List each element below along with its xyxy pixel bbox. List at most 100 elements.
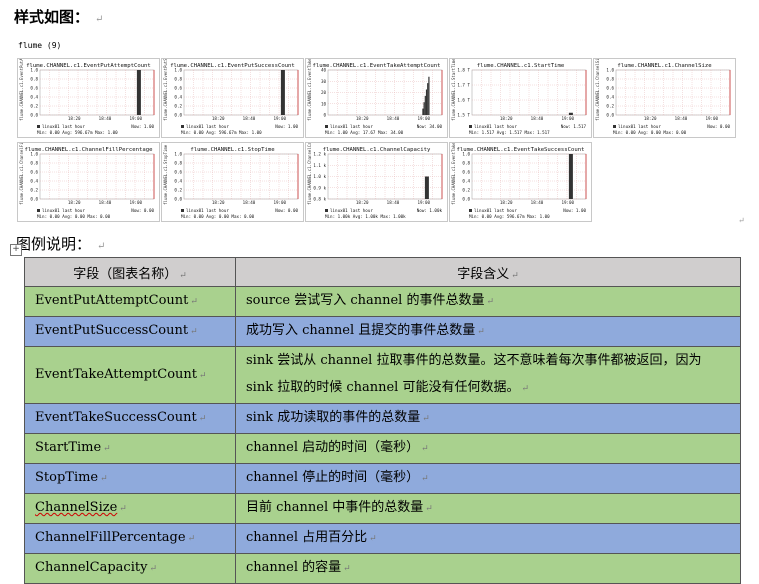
field-meaning: 成功写入 channel 且提交的事件总数量: [246, 323, 476, 338]
paragraph-mark-icon: ↵: [95, 14, 104, 25]
field-name-cell: EventPutSuccessCount ↵: [24, 316, 236, 347]
chart-ytick: 1.0: [30, 68, 38, 73]
chart-ytick: 0.0: [174, 113, 182, 118]
chart-title: flume.CHANNEL.c1.EventTakeAttemptCount: [313, 63, 441, 69]
chart-bar: [423, 102, 425, 115]
chart-bar: [280, 70, 285, 115]
chart-svg: flume.CHANNEL.c1.EventPutSuccessCountflu…: [163, 59, 298, 135]
chart-tile[interactable]: flume.CHANNEL.c1.ChannelFillPercentage fl…: [17, 142, 160, 222]
chart-svg: flume.CHANNEL.c1.EventPutAttemptCountflu…: [19, 59, 154, 135]
field-name-cell: EventTakeSuccessCount ↵: [24, 403, 236, 434]
chart-svg: flume.CHANNEL.c1.EventTakeSuccessCountfl…: [451, 143, 586, 219]
chart-stats: Min: 0.00 Avg: 596.67m Max: 1.00: [469, 214, 550, 219]
chart-tile[interactable]: flume.CHANNEL.c1.StartTime flume.CHANNEL.…: [449, 58, 592, 138]
heading-legend-text: 图例说明：: [16, 235, 92, 253]
table-row: EventTakeAttemptCount ↵ sink 尝试从 channel 拉…: [24, 346, 741, 404]
chart-ytick: 0.4: [606, 95, 614, 100]
field-name-cell: StartTime ↵: [24, 433, 236, 464]
chart-tile[interactable]: flume.CHANNEL.c1.EventPutSuccessCount flu…: [161, 58, 304, 138]
chart-ytick: 1.7 T: [457, 83, 470, 88]
chart-ytick: 1.2 k: [313, 152, 326, 157]
chart-bar: [422, 108, 424, 115]
paragraph-mark-icon: ↵: [103, 444, 111, 454]
chart-ylabel: flume.CHANNEL.c1.EventTakeSuccessCount: [451, 143, 456, 205]
chart-xtick: 18:40: [387, 116, 400, 121]
chart-tile[interactable]: flume.CHANNEL.c1.EventTakeAttemptCount fl…: [305, 58, 448, 138]
chart-ylabel: flume.CHANNEL.c1.ChannelSize: [595, 59, 600, 121]
chart-legend: linux01 last hour: [330, 124, 373, 129]
chart-tile[interactable]: flume.CHANNEL.c1.StopTime flume.CHANNEL.c…: [161, 142, 304, 222]
legend-swatch: [469, 209, 472, 212]
chart-xtick: 19:00: [129, 200, 142, 205]
paragraph-mark-icon: ↵: [199, 370, 207, 381]
chart-ytick: 0.6: [30, 170, 38, 175]
chart-legend: linux01 last hour: [186, 124, 229, 129]
chart-xtick: 19:00: [417, 116, 430, 121]
table-move-handle-icon[interactable]: +: [10, 244, 22, 256]
field-name-cell: ChannelCapacity ↵: [24, 553, 236, 584]
chart-bar: [568, 154, 573, 199]
chart-stats: Min: 1.517 Avg: 1.517 Max: 1.517: [469, 130, 550, 135]
chart-ytick: 0.9 k: [313, 185, 326, 190]
chart-tile[interactable]: flume.CHANNEL.c1.ChannelSize flume.CHANNE…: [593, 58, 736, 138]
paragraph-mark-icon: ↵: [100, 474, 108, 484]
chart-tile[interactable]: flume.CHANNEL.c1.EventTakeSuccessCount fl…: [449, 142, 592, 222]
chart-tile[interactable]: flume.CHANNEL.c1.ChannelCapacity flume.CH…: [305, 142, 448, 222]
chart-bar: [424, 95, 426, 115]
chart-ytick: 0: [323, 113, 326, 118]
field-name: ChannelFillPercentage: [35, 530, 186, 545]
chart-xtick: 19:00: [561, 116, 574, 121]
chart-ylabel: flume.CHANNEL.c1.StopTime: [163, 144, 168, 205]
chart-legend: linux01 last hour: [42, 124, 85, 129]
chart-svg: flume.CHANNEL.c1.StopTime flume.CHANNEL.c…: [163, 144, 298, 219]
chart-title: flume.CHANNEL.c1.EventPutSuccessCount: [170, 63, 295, 69]
chart-ytick: 0.8: [462, 161, 470, 166]
paragraph-mark-icon: ↵: [425, 504, 433, 514]
field-meaning: source 尝试写入 channel 的事件总数量: [246, 293, 485, 308]
flume-group-label: flume (9): [18, 41, 62, 50]
chart-ylabel: flume.CHANNEL.c1.EventPutAttemptCount: [19, 59, 24, 121]
chart-now-value: Now: 0.00: [131, 208, 154, 213]
chart-ytick: 0.8: [30, 161, 38, 166]
paragraph-mark-icon: ↵: [198, 414, 207, 424]
chart-xtick: 18:20: [68, 200, 81, 205]
table-row: ChannelSize ↵ 目前 channel 中事件的总数量 ↵: [24, 493, 741, 524]
chart-now-value: Now: 0.00: [707, 124, 730, 129]
chart-title: flume.CHANNEL.c1.ChannelFillPercentage: [25, 147, 154, 153]
paragraph-mark-icon: ↵: [149, 564, 157, 574]
chart-stats: Min: 0.00 Avg: 0.00 Max: 0.00: [37, 214, 111, 219]
chart-ytick: 1.5 T: [457, 113, 470, 118]
chart-svg: flume.CHANNEL.c1.ChannelCapacity flume.CH…: [307, 143, 442, 219]
chart-title: flume.CHANNEL.c1.ChannelCapacity: [323, 147, 431, 153]
field-name-cell: ChannelFillPercentage ↵: [24, 523, 236, 554]
chart-xtick: 19:00: [417, 200, 430, 205]
field-meaning-cell: channel 停止的时间（毫秒） ↵: [235, 463, 741, 494]
chart-xtick: 18:40: [99, 200, 112, 205]
field-meaning-cell: 目前 channel 中事件的总数量 ↵: [235, 493, 741, 524]
field-name: EventTakeSuccessCount: [35, 410, 197, 425]
chart-tile[interactable]: flume.CHANNEL.c1.EventPutAttemptCount flu…: [17, 58, 160, 138]
chart-stats: Min: 0.00 Avg: 0.00 Max: 0.00: [181, 214, 255, 219]
paragraph-mark-icon: ↵: [738, 216, 745, 225]
chart-ytick: 0.4: [30, 179, 38, 184]
chart-ytick: 1.1 k: [313, 163, 326, 168]
paragraph-mark-icon: ↵: [421, 474, 429, 484]
field-meaning-cell: channel 的容量 ↵: [235, 553, 741, 584]
field-name: EventPutSuccessCount: [35, 323, 189, 338]
legend-swatch: [181, 209, 184, 212]
chart-ytick: 40: [321, 68, 327, 73]
chart-now-value: Now: 1.517: [561, 124, 587, 129]
paragraph-mark-icon: ↵: [422, 414, 430, 424]
chart-stats: Min: 0.00 Avg: 596.67m Max: 1.00: [181, 130, 262, 135]
paragraph-mark-icon: ↵: [190, 297, 198, 307]
chart-xtick: 18:40: [531, 116, 544, 121]
chart-legend: linux01 last hour: [474, 208, 517, 213]
chart-ytick: 1.0: [462, 152, 470, 157]
paragraph-mark-icon: ↵: [421, 444, 429, 454]
legend-swatch: [37, 125, 40, 128]
chart-now-value: Now: 1.00: [131, 124, 154, 129]
chart-title: flume.CHANNEL.c1.StopTime: [190, 147, 275, 153]
chart-title: flume.CHANNEL.c1.StartTime: [477, 63, 565, 69]
field-meaning-cell: 成功写入 channel 且提交的事件总数量 ↵: [235, 316, 741, 347]
field-meaning: channel 停止的时间（毫秒）: [246, 470, 420, 485]
